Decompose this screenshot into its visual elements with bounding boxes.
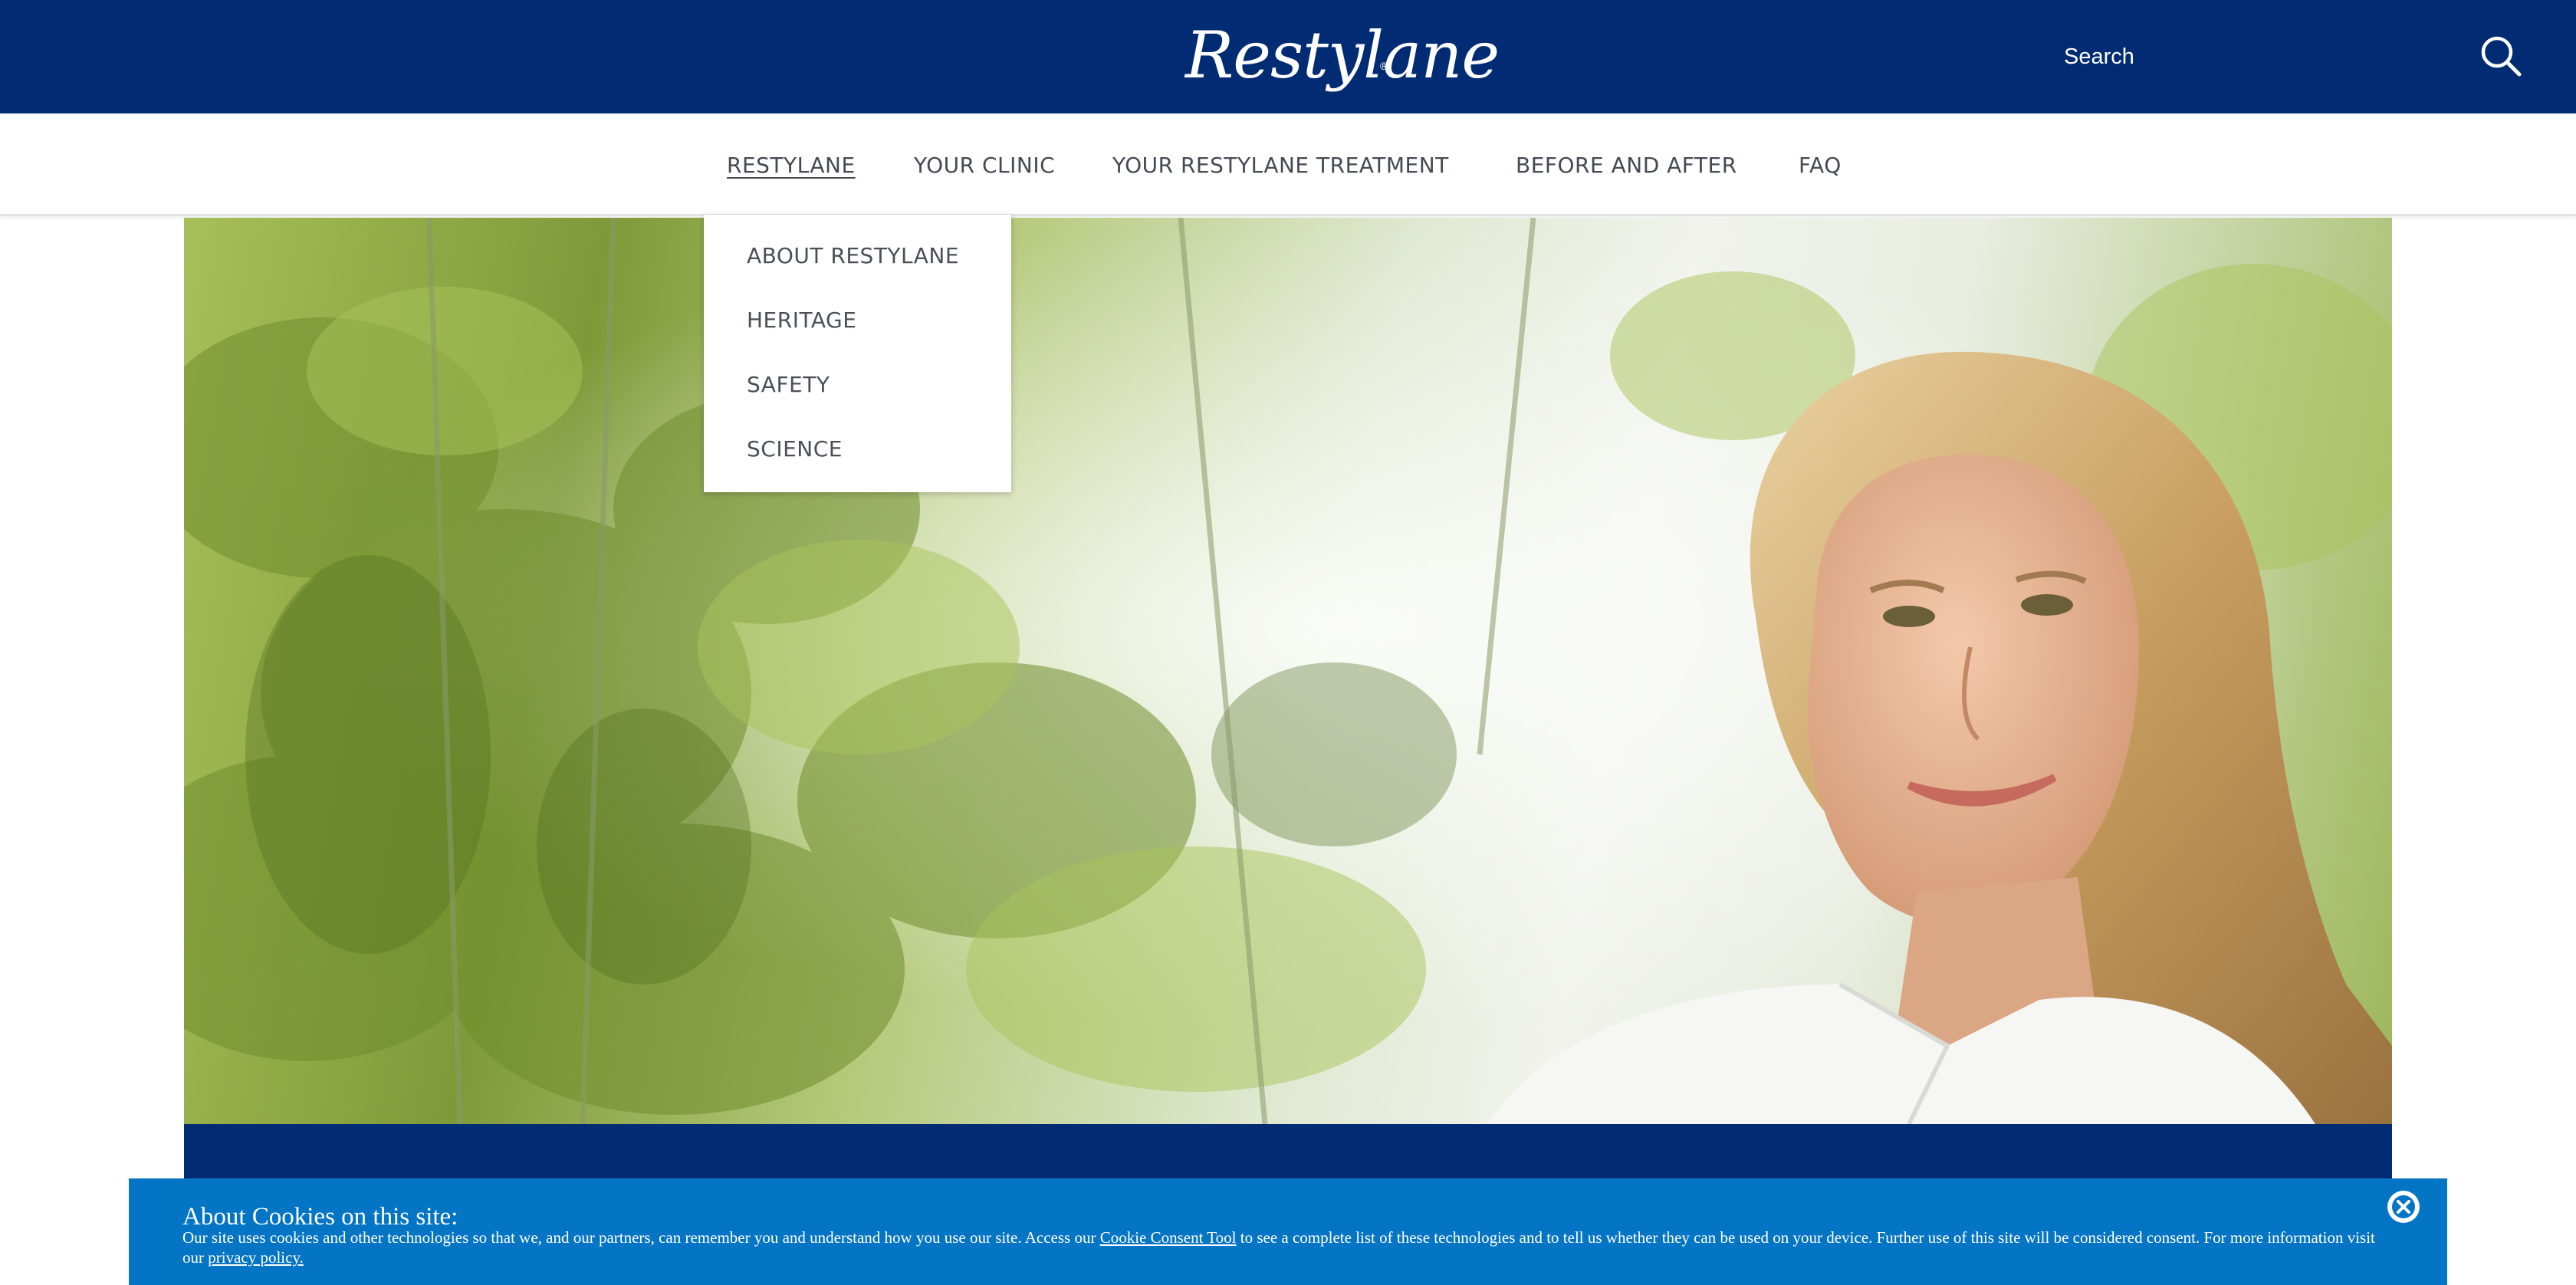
dropdown-item-about-restylane[interactable]: ABOUT RESTYLANE bbox=[747, 241, 959, 271]
restylane-dropdown-menu: ABOUT RESTYLANE HERITAGE SAFETY SCIENCE bbox=[704, 215, 1011, 492]
cookie-banner: About Cookies on this site: Our site use… bbox=[129, 1178, 2447, 1285]
cookie-consent-tool-link[interactable]: Cookie Consent Tool bbox=[1100, 1228, 1237, 1247]
dropdown-item-safety[interactable]: SAFETY bbox=[747, 370, 830, 400]
nav-item-your-clinic[interactable]: YOUR CLINIC bbox=[914, 150, 1055, 181]
site-header: Restylane ® Search bbox=[0, 0, 2576, 113]
close-icon[interactable] bbox=[2387, 1191, 2420, 1223]
cookie-banner-text: Our site uses cookies and other technolo… bbox=[182, 1227, 2390, 1267]
nav-item-restylane[interactable]: RESTYLANE bbox=[727, 150, 856, 181]
search-label[interactable]: Search bbox=[2064, 41, 2134, 72]
privacy-policy-link[interactable]: privacy policy. bbox=[208, 1248, 304, 1267]
main-navigation: RESTYLANE YOUR CLINIC YOUR RESTYLANE TRE… bbox=[0, 113, 2576, 216]
logo-text: Restylane bbox=[1185, 18, 1500, 93]
dropdown-item-heritage[interactable]: HERITAGE bbox=[747, 305, 856, 336]
registered-mark: ® bbox=[1380, 60, 1388, 72]
nav-item-your-restylane-treatment[interactable]: YOUR RESTYLANE TREATMENT bbox=[1112, 150, 1449, 181]
cookie-text-intro: Our site uses cookies and other technolo… bbox=[182, 1228, 1100, 1247]
nav-item-faq[interactable]: FAQ bbox=[1799, 150, 1842, 181]
restylane-logo[interactable]: Restylane ® bbox=[1185, 12, 1500, 98]
search-icon[interactable] bbox=[2478, 34, 2524, 80]
hero-illustration bbox=[184, 218, 2392, 1124]
nav-item-before-and-after[interactable]: BEFORE AND AFTER bbox=[1516, 150, 1737, 181]
hero-image bbox=[184, 218, 2392, 1124]
dropdown-item-science[interactable]: SCIENCE bbox=[747, 434, 843, 465]
